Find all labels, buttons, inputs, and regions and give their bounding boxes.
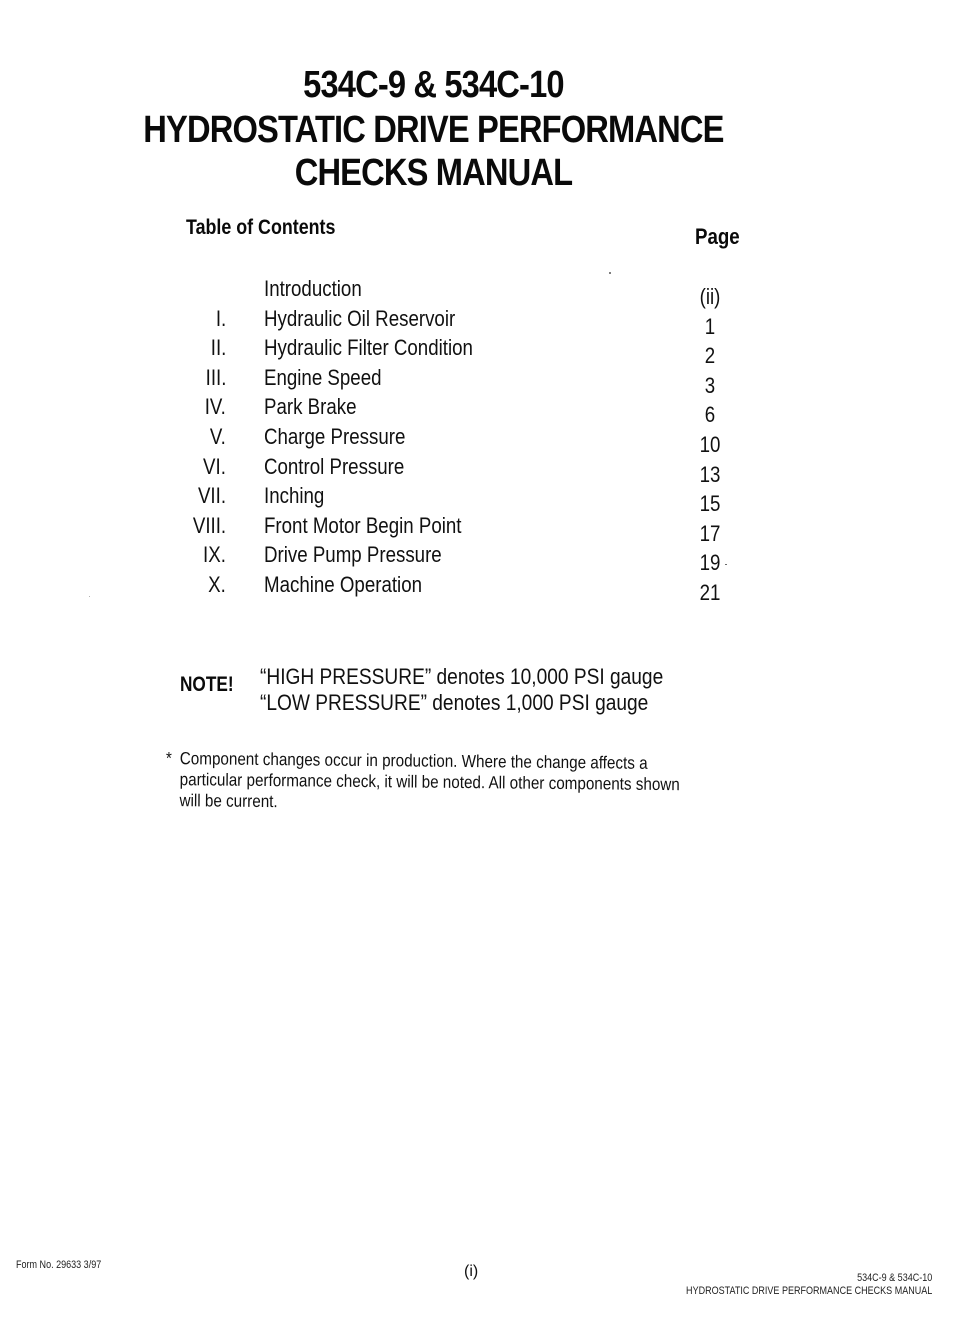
toc-title: Hydraulic Filter Condition — [264, 335, 473, 361]
table-of-contents: Introduction (ii) I. Hydraulic Oil Reser… — [0, 276, 954, 605]
toc-title: Machine Operation — [264, 571, 423, 597]
toc-title: Park Brake — [264, 394, 357, 420]
scan-speck — [89, 596, 90, 597]
toc-numeral: I. — [215, 305, 226, 331]
toc-page-number: 21 — [699, 579, 721, 605]
toc-entry[interactable]: IV. Park Brake 6 — [0, 394, 954, 427]
note-low-pressure: “LOW PRESSURE” denotes 1,000 PSI gauge — [260, 690, 649, 715]
toc-numeral: III. — [205, 364, 226, 390]
footnote: * Component changes occur in production.… — [166, 748, 706, 816]
footnote-asterisk: * — [165, 748, 172, 769]
toc-entry[interactable]: X. Machine Operation 21 — [0, 571, 954, 605]
toc-title: Hydraulic Oil Reservoir — [264, 305, 456, 331]
footnote-text: Component changes occur in production. W… — [179, 748, 680, 812]
document-title-line-3: CHECKS MANUAL — [294, 152, 573, 194]
toc-numeral: X. — [208, 571, 226, 597]
footer-manual-name: HYDROSTATIC DRIVE PERFORMANCE CHECKS MAN… — [685, 1285, 932, 1297]
toc-title: Inching — [264, 483, 325, 509]
document-title-line-1: 534C-9 & 534C-10 — [303, 64, 564, 106]
toc-entry[interactable]: VIII. Front Motor Begin Point 17 — [0, 512, 954, 546]
footer-manual-title: 534C-9 & 534C-10 HYDROSTATIC DRIVE PERFO… — [686, 1272, 932, 1298]
footer-model-numbers: 534C-9 & 534C-10 — [856, 1272, 932, 1284]
note-label: NOTE! — [180, 673, 234, 696]
document-title-line-2: HYDROSTATIC DRIVE PERFORMANCE — [143, 109, 724, 151]
toc-title: Front Motor Begin Point — [264, 512, 462, 538]
toc-entry[interactable]: Introduction (ii) — [0, 276, 954, 309]
toc-numeral: V. — [210, 423, 226, 449]
toc-numeral: VI. — [203, 453, 226, 479]
toc-entry[interactable]: II. Hydraulic Filter Condition 2 — [0, 335, 954, 368]
note-high-pressure: “HIGH PRESSURE” denotes 10,000 PSI gauge — [260, 664, 664, 689]
toc-numeral: II. — [210, 335, 226, 361]
toc-entry[interactable]: V. Charge Pressure 10 — [0, 423, 954, 457]
toc-entry[interactable]: IX. Drive Pump Pressure 19 — [0, 542, 954, 575]
toc-numeral: VII. — [197, 483, 226, 509]
toc-entry[interactable]: VI. Control Pressure 13 — [0, 453, 954, 487]
toc-heading: Table of Contents — [186, 216, 336, 239]
toc-numeral: IX. — [203, 542, 226, 568]
toc-title: Control Pressure — [264, 453, 405, 479]
scan-speck — [609, 272, 611, 274]
toc-title: Engine Speed — [264, 364, 382, 390]
toc-title: Charge Pressure — [264, 423, 406, 449]
toc-title: Drive Pump Pressure — [264, 542, 442, 568]
toc-entry[interactable]: VII. Inching 15 — [0, 483, 954, 516]
page-number: (i) — [464, 1263, 479, 1280]
toc-numeral: IV. — [204, 394, 226, 420]
page-column-heading: Page — [695, 224, 740, 249]
toc-entry[interactable]: I. Hydraulic Oil Reservoir 1 — [0, 305, 954, 339]
toc-entry[interactable]: III. Engine Speed 3 — [0, 364, 954, 398]
toc-numeral: VIII. — [192, 512, 226, 538]
scan-speck — [725, 564, 727, 565]
toc-title: Introduction — [264, 276, 362, 301]
form-number: Form No. 29633 3/97 — [16, 1259, 102, 1271]
